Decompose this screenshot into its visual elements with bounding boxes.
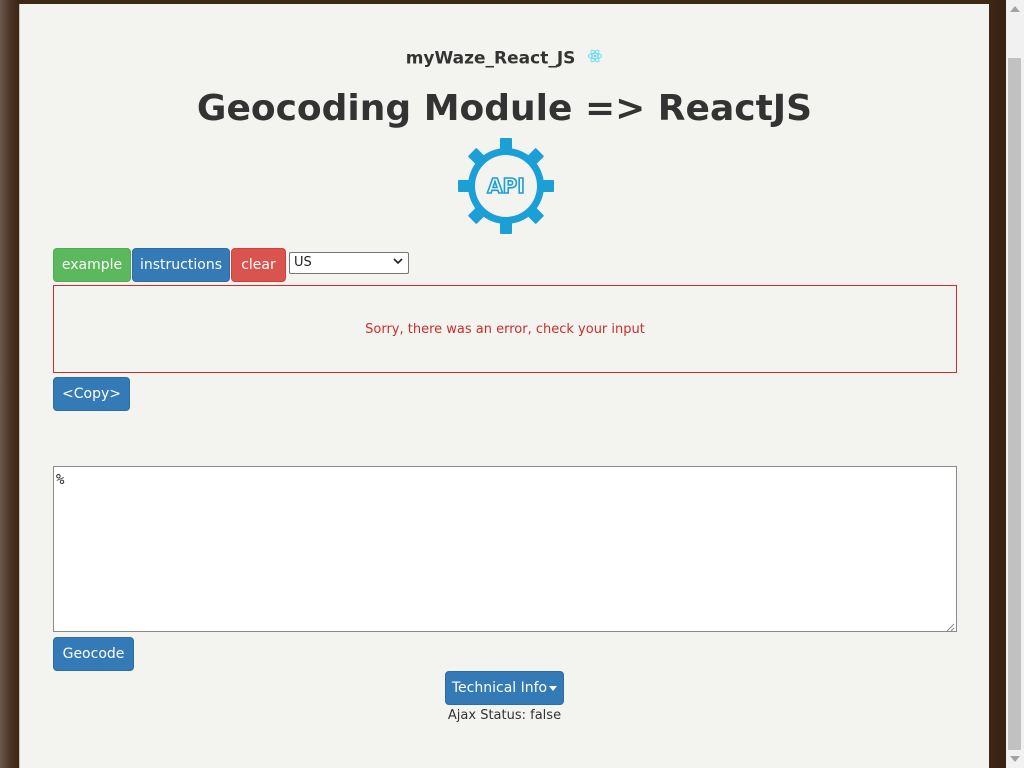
country-select-value: US (294, 255, 312, 270)
example-button[interactable]: example (53, 248, 131, 282)
caret-down-icon (549, 680, 558, 696)
chevron-down-icon (393, 257, 403, 268)
logo-api-text: API (487, 174, 525, 198)
example-button-label: example (61, 257, 123, 273)
react-atom-icon (587, 48, 603, 69)
instructions-button[interactable]: instructions (132, 248, 230, 282)
error-message-box: Sorry, there was an error, check your in… (53, 285, 957, 373)
app-title: myWaze_React_JS (20, 48, 989, 69)
app-title-text: myWaze_React_JS (405, 48, 576, 69)
clear-button-label: clear (241, 257, 276, 273)
vertical-scrollbar[interactable] (1006, 0, 1024, 768)
geocode-button-label: Geocode (62, 646, 125, 662)
api-gear-logo: API (456, 136, 556, 236)
page-title: Geocoding Module => ReactJS (196, 88, 813, 129)
error-message-text: Sorry, there was an error, check your in… (365, 321, 645, 337)
ajax-status: Ajax Status: false (447, 708, 562, 723)
copy-button-label: <Copy> (62, 386, 121, 402)
resize-grip-icon[interactable] (945, 620, 955, 632)
clear-button[interactable]: clear (231, 248, 286, 282)
address-input-textarea[interactable]: % (53, 466, 957, 632)
country-select[interactable]: US (289, 252, 409, 274)
scroll-down-icon[interactable] (1010, 756, 1020, 762)
browser-page: myWaze_React_JS Geocoding Module => Reac… (19, 4, 989, 768)
instructions-button-label: instructions (140, 257, 222, 273)
technical-info-button[interactable]: Technical Info (445, 671, 564, 705)
copy-button[interactable]: <Copy> (53, 377, 130, 411)
textarea-value: % (56, 472, 65, 488)
technical-info-label: Technical Info (451, 680, 548, 696)
geocode-button[interactable]: Geocode (53, 637, 134, 671)
scroll-up-icon[interactable] (1010, 6, 1020, 12)
scroll-thumb[interactable] (1008, 58, 1021, 750)
